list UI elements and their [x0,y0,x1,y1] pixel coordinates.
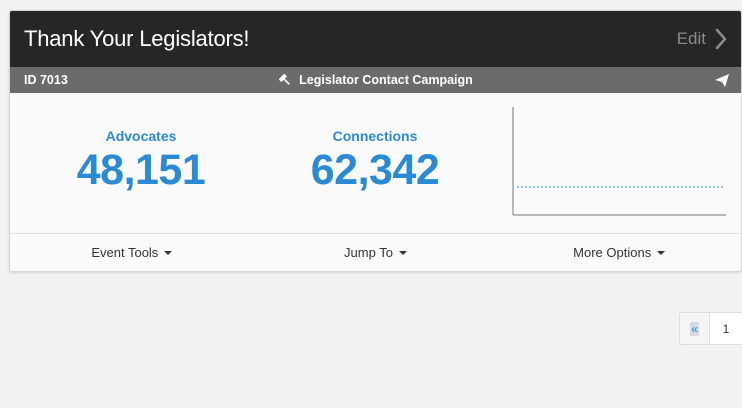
event-tools-label: Event Tools [91,245,159,260]
gavel-icon [279,73,290,85]
advocates-stat: Advocates 48,151 [41,128,241,192]
paper-plane-icon[interactable] [715,73,729,87]
connections-label: Connections [332,128,418,144]
more-options-label: More Options [573,245,652,260]
more-options-dropdown[interactable]: More Options [497,234,741,271]
connections-value: 62,342 [310,146,440,194]
card-subheader: ID 7013 Legislator Contact Campaign [10,67,741,93]
edit-label: Edit [676,29,706,48]
jump-to-dropdown[interactable]: Jump To [254,234,498,271]
event-tools-dropdown[interactable]: Event Tools [10,234,254,271]
caret-down-icon [657,250,666,255]
campaign-card: Thank Your Legislators! Edit ID 7013 Leg… [9,10,742,272]
caret-down-icon [398,250,407,255]
campaign-title: Thank Your Legislators! [24,26,250,51]
connections-stat: Connections 62,342 [275,128,475,192]
card-footer: Event Tools Jump To More Options [10,233,741,271]
pagination-page-1[interactable]: 1 [710,313,742,344]
double-chevron-left-icon: « [690,321,699,336]
advocates-label: Advocates [105,128,177,144]
activity-sparkline [512,107,726,216]
campaign-type: Legislator Contact Campaign [10,73,741,87]
edit-button[interactable]: Edit [677,28,727,50]
pagination-prev-button[interactable]: « [680,313,710,344]
advocates-value: 48,151 [76,146,206,194]
caret-down-icon [164,250,173,255]
pagination: « 1 [679,312,742,345]
campaign-id: ID 7013 [24,73,68,87]
jump-to-label: Jump To [344,245,393,260]
campaign-type-label: Legislator Contact Campaign [299,73,473,87]
stats-panel: Advocates 48,151 Connections 62,342 [10,93,741,233]
chevron-right-icon [715,28,727,50]
card-header: Thank Your Legislators! Edit [10,11,741,67]
